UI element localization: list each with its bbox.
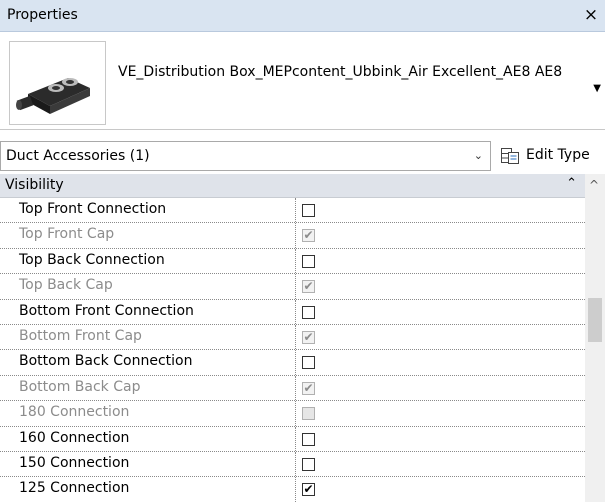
edit-type-icon	[501, 148, 519, 164]
type-name: VE_Distribution Box_MEPcontent_Ubbink_Ai…	[118, 64, 563, 80]
table-row: Bottom Back Connection	[0, 350, 585, 376]
parameter-value	[297, 249, 585, 273]
chevron-down-icon: ⌄	[473, 149, 483, 162]
table-row: 160 Connection	[0, 426, 585, 452]
close-icon[interactable]: ×	[583, 5, 599, 25]
type-dropdown-icon[interactable]: ▼	[593, 83, 601, 94]
checkbox[interactable]	[302, 457, 315, 471]
parameter-value	[297, 300, 585, 324]
parameter-value: ✔	[297, 325, 585, 349]
checkbox	[302, 407, 315, 421]
parameter-name: 160 Connection	[16, 426, 296, 451]
properties-titlebar: Properties ×	[0, 0, 605, 32]
checkbox: ✔	[302, 329, 315, 344]
checkbox: ✔	[302, 228, 315, 243]
properties-grid: Visibility ⌃ Top Front Connection Top Fro…	[0, 174, 585, 502]
table-row: 150 Connection	[0, 451, 585, 478]
parameter-name: Top Front Connection	[16, 198, 296, 223]
checkbox[interactable]	[302, 254, 315, 268]
parameter-name: Top Front Cap	[16, 223, 296, 248]
parameter-name: Bottom Back Connection	[16, 350, 296, 375]
checkbox[interactable]	[302, 204, 315, 217]
parameter-value: ✔	[297, 376, 585, 400]
edit-type-button[interactable]: Edit Type	[497, 141, 605, 171]
vertical-scrollbar[interactable]: ^	[585, 174, 605, 502]
parameter-value	[297, 427, 585, 451]
group-header-visibility[interactable]: Visibility ⌃	[0, 174, 585, 198]
checkbox[interactable]	[302, 305, 315, 319]
parameter-value: ✔	[297, 477, 585, 501]
parameter-name: Top Back Cap	[16, 274, 296, 299]
table-row: Bottom Back Cap ✔	[0, 375, 585, 402]
table-row: 125 Connection ✔	[0, 477, 585, 502]
parameter-name: 125 Connection	[16, 477, 296, 502]
group-label: Visibility	[5, 177, 64, 193]
table-row: Top Front Connection	[0, 198, 585, 224]
parameter-value	[297, 401, 585, 425]
parameter-value: ✔	[297, 274, 585, 298]
distribution-box-icon	[9, 41, 106, 125]
table-row: 180 Connection	[0, 401, 585, 427]
parameter-name: Bottom Front Connection	[16, 299, 296, 324]
scrollbar-thumb[interactable]	[588, 298, 602, 342]
table-row: Top Front Cap ✔	[0, 223, 585, 249]
checkbox[interactable]	[302, 356, 315, 370]
table-row: Bottom Front Connection	[0, 299, 585, 325]
checkbox[interactable]	[302, 432, 315, 446]
parameter-name: Top Back Connection	[16, 248, 296, 274]
panel-title: Properties	[7, 7, 78, 23]
category-filter-dropdown[interactable]: Duct Accessories (1) ⌄	[0, 141, 491, 171]
table-row: Top Back Cap ✔	[0, 274, 585, 300]
filter-bar: Duct Accessories (1) ⌄ Edit Type	[0, 139, 605, 172]
parameter-name: Bottom Back Cap	[16, 375, 296, 401]
parameter-value: ✔	[297, 223, 585, 247]
table-row: Bottom Front Cap ✔	[0, 324, 585, 351]
parameter-name: Bottom Front Cap	[16, 324, 296, 350]
parameter-value	[297, 350, 585, 374]
parameter-name: 180 Connection	[16, 401, 296, 426]
scroll-up-icon[interactable]: ^	[589, 178, 599, 192]
category-filter-label: Duct Accessories (1)	[6, 148, 150, 164]
parameter-name: 150 Connection	[16, 451, 296, 477]
collapse-icon[interactable]: ⌃	[566, 176, 577, 191]
parameter-value	[297, 198, 585, 222]
checkbox[interactable]: ✔	[302, 483, 315, 497]
checkbox: ✔	[302, 279, 315, 294]
table-row: Top Back Connection	[0, 248, 585, 275]
edit-type-label: Edit Type	[526, 147, 590, 163]
parameter-value	[297, 452, 585, 476]
type-selector[interactable]: VE_Distribution Box_MEPcontent_Ubbink_Ai…	[0, 33, 605, 130]
checkbox: ✔	[302, 380, 315, 395]
